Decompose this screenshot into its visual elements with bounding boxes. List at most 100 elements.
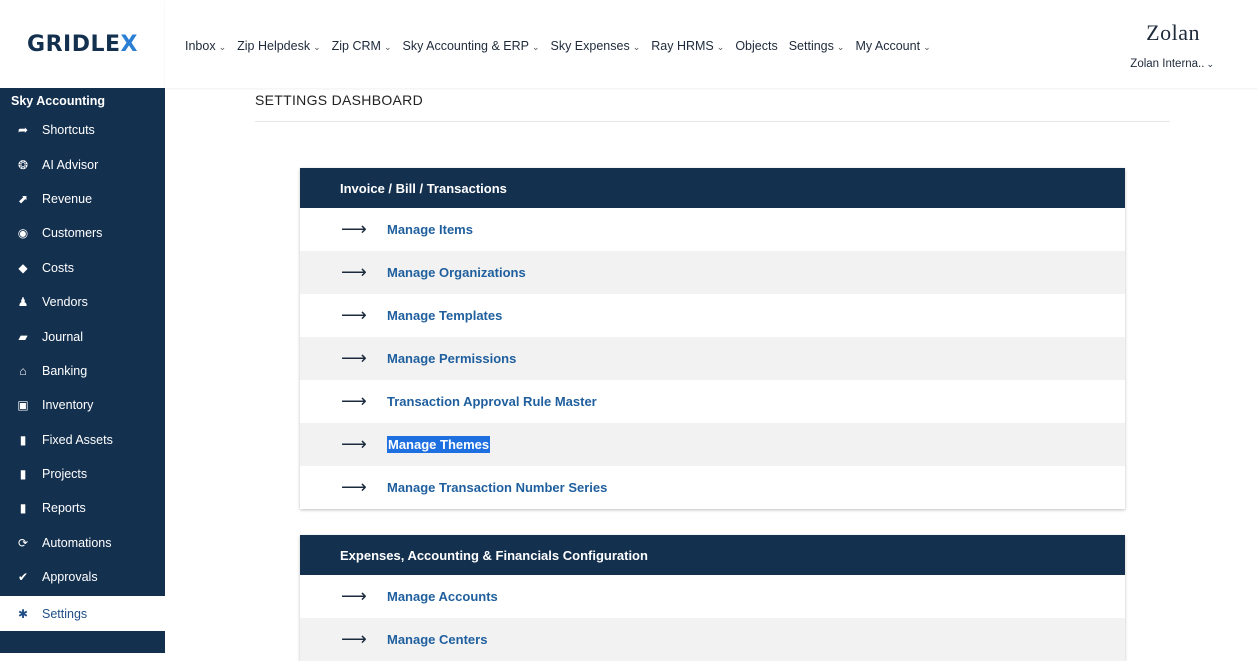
settings-link-label[interactable]: Manage Templates bbox=[387, 308, 502, 323]
file-icon: ▮ bbox=[19, 432, 27, 447]
settings-link-label[interactable]: Manage Accounts bbox=[387, 589, 498, 604]
sidebar-item-shortcuts[interactable]: ➦ Shortcuts bbox=[0, 113, 165, 147]
settings-link-label[interactable]: Manage Organizations bbox=[387, 265, 526, 280]
check-circle-icon: ✔ bbox=[17, 570, 29, 585]
growth-chart-icon: ⬈ bbox=[17, 191, 29, 206]
sidebar-item-label: Banking bbox=[42, 363, 88, 378]
settings-link-label[interactable]: Transaction Approval Rule Master bbox=[387, 394, 597, 409]
top-navigation-bar: Inbox ⌄ Zip Helpdesk ⌄ Zip CRM ⌄ Sky Accountin… bbox=[165, 0, 1258, 88]
card-header: Invoice / Bill / Transactions bbox=[300, 168, 1125, 208]
chevron-down-icon: ⌄ bbox=[313, 42, 321, 52]
sidebar-item-journal[interactable]: ▰ Journal bbox=[0, 319, 165, 353]
sidebar-item-label: Customers bbox=[42, 226, 103, 241]
settings-card-expenses: Expenses, Accounting & Financials Config… bbox=[300, 535, 1125, 661]
arrow-right-icon: ⟶ bbox=[341, 261, 367, 283]
chevron-down-icon: ⌄ bbox=[836, 42, 845, 52]
file-icon: ▮ bbox=[19, 467, 27, 482]
topnav-label: Zip Helpdesk bbox=[237, 39, 311, 53]
sidebar-item-automations[interactable]: ⟳ Automations bbox=[0, 526, 165, 560]
topnav-zip-crm[interactable]: Zip CRM ⌄ bbox=[332, 39, 392, 53]
topnav-ray-hrms[interactable]: Ray HRMS ⌄ bbox=[651, 39, 724, 53]
sidebar-item-ai-advisor[interactable]: ❂ AI Advisor bbox=[0, 147, 165, 181]
settings-link-manage-permissions[interactable]: ⟶ Manage Permissions bbox=[300, 337, 1125, 380]
clipboard-icon: ▣ bbox=[17, 398, 29, 413]
arrow-right-icon: ⟶ bbox=[341, 304, 367, 326]
settings-link-label[interactable]: Manage Transaction Number Series bbox=[387, 480, 607, 495]
topnav-sky-expenses[interactable]: Sky Expenses ⌄ bbox=[551, 39, 641, 53]
sidebar-item-reports[interactable]: ▮ Reports bbox=[0, 491, 165, 525]
topnav-label: My Account bbox=[855, 39, 921, 53]
topnav-inbox[interactable]: Inbox ⌄ bbox=[185, 39, 226, 53]
gridlex-logo[interactable]: GRIDLEX bbox=[0, 0, 165, 88]
sidebar-item-label: Projects bbox=[42, 467, 88, 482]
organization-name: Zolan Interna.. bbox=[1130, 58, 1205, 70]
report-icon: ▮ bbox=[19, 501, 27, 516]
bank-icon: ⌂ bbox=[19, 363, 27, 378]
settings-link-manage-templates[interactable]: ⟶ Manage Templates bbox=[300, 294, 1125, 337]
logo-text: GRIDLE bbox=[27, 31, 121, 57]
topnav-settings[interactable]: Settings ⌄ bbox=[789, 39, 845, 53]
settings-link-label[interactable]: Manage Themes bbox=[387, 436, 491, 453]
sidebar-item-banking[interactable]: ⌂ Banking bbox=[0, 354, 165, 388]
settings-link-manage-centers[interactable]: ⟶ Manage Centers bbox=[300, 618, 1125, 661]
card-body: ⟶ Manage Items ⟶ Manage Organizations ⟶ Manag… bbox=[300, 208, 1125, 509]
sidebar-item-costs[interactable]: ◆ Costs bbox=[0, 251, 165, 285]
topnav-zip-helpdesk[interactable]: Zip Helpdesk ⌄ bbox=[237, 39, 321, 53]
arrow-right-icon: ⟶ bbox=[341, 476, 367, 498]
brand-name: Zolan bbox=[1146, 20, 1200, 45]
sidebar-item-approvals[interactable]: ✔ Approvals bbox=[0, 560, 165, 594]
arrow-right-icon: ⟶ bbox=[341, 433, 367, 455]
topnav-label: Zip CRM bbox=[331, 39, 381, 53]
settings-card-invoice: Invoice / Bill / Transactions ⟶ Manage Ite… bbox=[300, 168, 1125, 509]
topnav-objects[interactable]: Objects bbox=[735, 39, 777, 53]
settings-link-transaction-approval-rule-master[interactable]: ⟶ Transaction Approval Rule Master bbox=[300, 380, 1125, 423]
settings-link-manage-organizations[interactable]: ⟶ Manage Organizations bbox=[300, 251, 1125, 294]
settings-link-manage-themes[interactable]: ⟶ Manage Themes bbox=[300, 423, 1125, 466]
arrow-right-icon: ⟶ bbox=[341, 390, 367, 412]
chevron-down-icon: ⌄ bbox=[1206, 59, 1214, 69]
sidebar-item-label: Journal bbox=[42, 329, 83, 344]
sidebar-item-label: Revenue bbox=[42, 191, 93, 206]
sidebar-item-fixed-assets[interactable]: ▮ Fixed Assets bbox=[0, 423, 165, 457]
sidebar-item-label: AI Advisor bbox=[42, 157, 99, 172]
gear-icon: ✱ bbox=[17, 606, 29, 621]
top-menu: Inbox ⌄ Zip Helpdesk ⌄ Zip CRM ⌄ Sky Accountin… bbox=[185, 39, 942, 53]
settings-link-label[interactable]: Manage Items bbox=[387, 222, 473, 237]
topnav-my-account[interactable]: My Account ⌄ bbox=[855, 39, 930, 53]
vendors-icon: ♟ bbox=[17, 295, 29, 310]
logo-accent: X bbox=[120, 31, 138, 57]
sidebar-item-vendors[interactable]: ♟ Vendors bbox=[0, 285, 165, 319]
settings-link-manage-items[interactable]: ⟶ Manage Items bbox=[300, 208, 1125, 251]
chevron-down-icon: ⌄ bbox=[923, 42, 931, 52]
sidebar-item-label: Settings bbox=[42, 606, 88, 621]
sidebar-item-projects[interactable]: ▮ Projects bbox=[0, 457, 165, 491]
sync-icon: ⟳ bbox=[17, 535, 29, 550]
card-header: Expenses, Accounting & Financials Config… bbox=[300, 535, 1125, 575]
sidebar-item-settings[interactable]: ✱ Settings bbox=[0, 596, 165, 631]
chevron-down-icon: ⌄ bbox=[716, 42, 725, 52]
organization-switcher[interactable]: Zolan Interna.. ⌄ bbox=[1130, 58, 1214, 70]
sidebar-item-label: Fixed Assets bbox=[42, 432, 113, 447]
sidebar-item-label: Approvals bbox=[42, 570, 98, 585]
sidebar-item-label: Costs bbox=[42, 260, 74, 275]
user-circle-icon: ◉ bbox=[17, 226, 29, 241]
chevron-down-icon: ⌄ bbox=[218, 42, 227, 52]
topnav-label: Inbox bbox=[185, 39, 216, 53]
sidebar: GRIDLEX Sky Accounting ➦ Shortcuts ❂ AI Adv… bbox=[0, 0, 165, 653]
settings-link-manage-transaction-number-series[interactable]: ⟶ Manage Transaction Number Series bbox=[300, 466, 1125, 509]
settings-link-manage-accounts[interactable]: ⟶ Manage Accounts bbox=[300, 575, 1125, 618]
topnav-sky-accounting-erp[interactable]: Sky Accounting & ERP ⌄ bbox=[403, 39, 540, 53]
arrow-right-icon: ⟶ bbox=[341, 218, 367, 240]
topnav-label: Sky Accounting & ERP bbox=[402, 39, 529, 53]
chevron-down-icon: ⌄ bbox=[632, 42, 641, 52]
sidebar-item-revenue[interactable]: ⬈ Revenue bbox=[0, 182, 165, 216]
sidebar-heading: Sky Accounting bbox=[11, 93, 105, 108]
sidebar-item-inventory[interactable]: ▣ Inventory bbox=[0, 388, 165, 422]
chevron-down-icon: ⌄ bbox=[531, 42, 540, 52]
topnav-label: Ray HRMS bbox=[651, 39, 714, 53]
brain-icon: ❂ bbox=[17, 157, 29, 172]
settings-link-label[interactable]: Manage Centers bbox=[387, 632, 487, 647]
sidebar-item-customers[interactable]: ◉ Customers bbox=[0, 216, 165, 250]
divider bbox=[255, 121, 1170, 122]
settings-link-label[interactable]: Manage Permissions bbox=[387, 351, 516, 366]
